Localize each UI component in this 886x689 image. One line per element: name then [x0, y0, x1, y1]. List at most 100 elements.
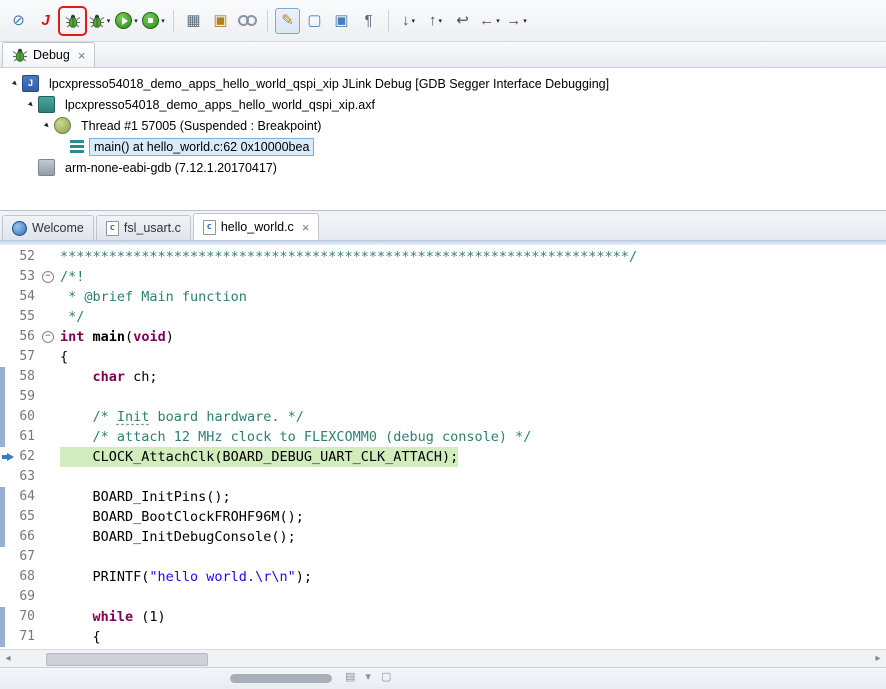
- previous-annotation-icon[interactable]: ↑▾: [423, 8, 448, 34]
- next-annotation-icon[interactable]: ↓▾: [396, 8, 421, 34]
- horizontal-scrollbar[interactable]: ◂ ▸: [0, 649, 886, 667]
- line-number[interactable]: 64: [5, 487, 39, 507]
- tree-row[interactable]: ▾Thread #1 57005 (Suspended : Breakpoint…: [0, 115, 886, 136]
- code-line[interactable]: 66 BOARD_InitDebugConsole();: [0, 527, 886, 547]
- code-line[interactable]: 58 char ch;: [0, 367, 886, 387]
- editor-tab-welcome[interactable]: Welcome: [2, 215, 94, 240]
- tree-row[interactable]: main() at hello_world.c:62 0x10000bea: [0, 136, 886, 157]
- forward-icon[interactable]: →▾: [504, 8, 529, 34]
- bottom-view-icon-2[interactable]: ▾: [365, 670, 371, 683]
- code-line[interactable]: 65 BOARD_BootClockFROHF96M();: [0, 507, 886, 527]
- fold-margin: [39, 607, 56, 627]
- code-line[interactable]: 63: [0, 467, 886, 487]
- tree-row[interactable]: arm-none-eabi-gdb (7.12.1.20170417): [0, 157, 886, 178]
- code-line[interactable]: 57{: [0, 347, 886, 367]
- code-line[interactable]: 55 */: [0, 307, 886, 327]
- show-source-icon[interactable]: ▣: [329, 8, 354, 34]
- dropdown-arrow-icon[interactable]: ▾: [411, 17, 415, 25]
- tree-expander-icon[interactable]: ▾: [38, 117, 56, 135]
- fold-collapse-icon[interactable]: −: [39, 267, 56, 287]
- close-tab-icon[interactable]: ×: [302, 221, 310, 234]
- code-line[interactable]: 59: [0, 387, 886, 407]
- scrollbar-thumb[interactable]: [46, 653, 208, 666]
- jlink-debug-icon[interactable]: J: [33, 8, 58, 34]
- line-number[interactable]: 67: [5, 547, 39, 567]
- code-line[interactable]: 64 BOARD_InitPins();: [0, 487, 886, 507]
- line-number[interactable]: 61: [5, 427, 39, 447]
- last-edit-location-icon[interactable]: ↩: [450, 8, 475, 34]
- scrollbar-track[interactable]: [16, 652, 870, 665]
- debug-view: Debug × ▾Jlpcxpresso54018_demo_apps_hell…: [0, 42, 886, 211]
- show-whitespace-icon[interactable]: ¶: [356, 8, 381, 34]
- code-area[interactable]: 52 **************************************…: [0, 245, 886, 649]
- skip-all-breakpoints-icon[interactable]: ⊘: [6, 8, 31, 34]
- close-view-icon[interactable]: ×: [78, 49, 86, 62]
- tree-row[interactable]: ▾lpcxpresso54018_demo_apps_hello_world_q…: [0, 94, 886, 115]
- code-line[interactable]: 70 while (1): [0, 607, 886, 627]
- line-number[interactable]: 56: [5, 327, 39, 347]
- code-line[interactable]: 71 {: [0, 627, 886, 647]
- line-number[interactable]: 52: [5, 247, 39, 267]
- editor-tab-fsl-usart-c[interactable]: cfsl_usart.c: [96, 215, 191, 240]
- code-text: */: [56, 307, 886, 327]
- debug-menu-icon[interactable]: ▾: [87, 8, 112, 34]
- code-line[interactable]: 67: [0, 547, 886, 567]
- dropdown-arrow-icon[interactable]: ▾: [438, 17, 442, 25]
- code-text: BOARD_BootClockFROHF96M();: [56, 507, 886, 527]
- back-icon[interactable]: ←▾: [477, 8, 502, 34]
- tree-row[interactable]: ▾Jlpcxpresso54018_demo_apps_hello_world_…: [0, 73, 886, 94]
- editor-area: Welcomecfsl_usart.c c hello_world.c × 52 ***…: [0, 214, 886, 684]
- dropdown-arrow-icon[interactable]: ▾: [134, 17, 138, 25]
- external-tools-icon[interactable]: ▾: [141, 8, 166, 34]
- code-text: ****************************************…: [56, 247, 886, 267]
- dropdown-arrow-icon[interactable]: ▾: [496, 17, 500, 25]
- code-line[interactable]: 68 PRINTF("hello world.\r\n");: [0, 567, 886, 587]
- code-line[interactable]: 52 **************************************…: [0, 247, 886, 267]
- console-icon[interactable]: ▣: [208, 8, 233, 34]
- code-line[interactable]: 69: [0, 587, 886, 607]
- code-line[interactable]: 61 /* attach 12 MHz clock to FLEXCOMM0 (…: [0, 427, 886, 447]
- tree-row-label: arm-none-eabi-gdb (7.12.1.20170417): [60, 159, 282, 177]
- line-number[interactable]: 70: [5, 607, 39, 627]
- line-number[interactable]: 66: [5, 527, 39, 547]
- run-icon[interactable]: ▾: [114, 8, 139, 34]
- code-line[interactable]: 53−/*!: [0, 267, 886, 287]
- fold-margin: [39, 387, 56, 407]
- code-line[interactable]: 62 CLOCK_AttachClk(BOARD_DEBUG_UART_CLK_…: [0, 447, 886, 467]
- debug-view-tab[interactable]: Debug ×: [2, 42, 95, 67]
- line-number[interactable]: 57: [5, 347, 39, 367]
- line-number[interactable]: 68: [5, 567, 39, 587]
- line-number[interactable]: 65: [5, 507, 39, 527]
- memory-view-icon[interactable]: ▦: [181, 8, 206, 34]
- line-number[interactable]: 54: [5, 287, 39, 307]
- bottom-view-icon-1[interactable]: ▤: [345, 670, 355, 683]
- dropdown-arrow-icon[interactable]: ▾: [161, 17, 165, 25]
- dropdown-arrow-icon[interactable]: ▾: [107, 17, 111, 25]
- bottom-view-icon-3[interactable]: ▢: [381, 670, 391, 683]
- line-number[interactable]: 55: [5, 307, 39, 327]
- fold-collapse-icon[interactable]: −: [39, 327, 56, 347]
- axf-binary-icon: [38, 96, 55, 113]
- line-number[interactable]: 69: [5, 587, 39, 607]
- code-line[interactable]: 60 /* Init board hardware. */: [0, 407, 886, 427]
- code-text: PRINTF("hello world.\r\n");: [56, 567, 886, 587]
- link-with-editor-icon[interactable]: [235, 8, 260, 34]
- scroll-right-icon[interactable]: ▸: [870, 653, 886, 664]
- mark-occurrences-icon[interactable]: ✎: [275, 8, 300, 34]
- debug-icon[interactable]: [60, 8, 85, 34]
- code-line[interactable]: 56−int main(void): [0, 327, 886, 347]
- line-number[interactable]: 53: [5, 267, 39, 287]
- c-file-icon: c: [203, 220, 216, 235]
- code-line[interactable]: 54 * @brief Main function: [0, 287, 886, 307]
- line-number[interactable]: 71: [5, 627, 39, 647]
- editor-tab-label: hello_world.c: [221, 220, 294, 234]
- editor-tab-hello-world-c[interactable]: c hello_world.c ×: [193, 213, 320, 240]
- bottom-scrollbar-thumb[interactable]: [230, 674, 332, 683]
- scroll-left-icon[interactable]: ◂: [0, 653, 16, 664]
- line-number[interactable]: 59: [5, 387, 39, 407]
- dropdown-arrow-icon[interactable]: ▾: [523, 17, 527, 25]
- line-number[interactable]: 58: [5, 367, 39, 387]
- line-number[interactable]: 60: [5, 407, 39, 427]
- show-disassembly-icon[interactable]: ▢: [302, 8, 327, 34]
- line-number[interactable]: 63: [5, 467, 39, 487]
